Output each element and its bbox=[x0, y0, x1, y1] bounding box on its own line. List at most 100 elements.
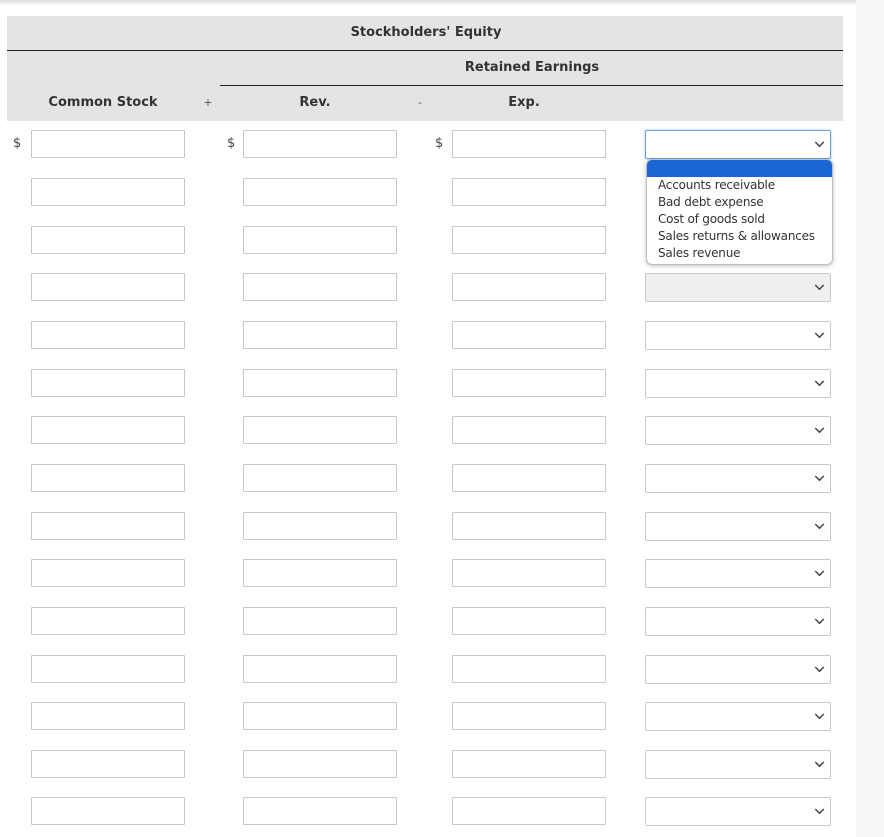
account-select[interactable] bbox=[645, 273, 831, 302]
revenue-input[interactable] bbox=[243, 512, 397, 540]
revenue-input[interactable] bbox=[243, 559, 397, 587]
account-select[interactable] bbox=[645, 416, 831, 445]
dropdown-option[interactable]: Accounts receivable bbox=[647, 177, 832, 194]
revenue-input[interactable] bbox=[243, 273, 397, 301]
revenue-input[interactable] bbox=[243, 750, 397, 778]
revenue-input[interactable] bbox=[243, 416, 397, 444]
table-row bbox=[0, 464, 856, 494]
retained-earnings-divider bbox=[220, 85, 843, 86]
account-select[interactable] bbox=[645, 655, 831, 684]
table-row bbox=[0, 416, 856, 446]
common-stock-input[interactable] bbox=[31, 273, 185, 301]
table-row bbox=[0, 702, 856, 732]
revenue-input[interactable] bbox=[243, 702, 397, 730]
account-select[interactable] bbox=[645, 702, 831, 731]
expense-input[interactable] bbox=[452, 607, 606, 635]
revenue-input[interactable] bbox=[243, 655, 397, 683]
table-row bbox=[0, 607, 856, 637]
chevron-down-icon bbox=[814, 471, 825, 482]
revenue-input[interactable] bbox=[243, 607, 397, 635]
common-stock-input[interactable] bbox=[31, 130, 185, 158]
common-stock-input[interactable] bbox=[31, 416, 185, 444]
common-stock-input[interactable] bbox=[31, 750, 185, 778]
account-select[interactable] bbox=[645, 750, 831, 779]
revenue-input[interactable] bbox=[243, 178, 397, 206]
revenue-input[interactable] bbox=[243, 226, 397, 254]
expense-input[interactable] bbox=[452, 512, 606, 540]
expense-input[interactable] bbox=[452, 655, 606, 683]
chevron-down-icon bbox=[814, 280, 825, 291]
common-stock-input[interactable] bbox=[31, 797, 185, 825]
top-shadow bbox=[0, 0, 884, 6]
chevron-down-icon bbox=[814, 804, 825, 815]
dropdown-option[interactable]: Sales returns & allowances bbox=[647, 228, 832, 245]
chevron-down-icon bbox=[814, 423, 825, 434]
common-stock-input[interactable] bbox=[31, 512, 185, 540]
dropdown-option[interactable]: Sales revenue bbox=[647, 245, 832, 262]
column-header-common-stock: Common Stock bbox=[48, 95, 158, 110]
expense-input[interactable] bbox=[452, 797, 606, 825]
common-stock-input[interactable] bbox=[31, 559, 185, 587]
common-stock-input[interactable] bbox=[31, 226, 185, 254]
table-row bbox=[0, 369, 856, 399]
revenue-input[interactable] bbox=[243, 369, 397, 397]
account-select[interactable] bbox=[645, 559, 831, 588]
table-row bbox=[0, 655, 856, 685]
common-stock-input[interactable] bbox=[31, 178, 185, 206]
dropdown-option-blank-highlighted[interactable] bbox=[647, 160, 832, 177]
revenue-input[interactable] bbox=[243, 130, 397, 158]
account-select[interactable] bbox=[645, 607, 831, 636]
plus-operator: + bbox=[203, 96, 213, 109]
chevron-down-icon bbox=[814, 614, 825, 625]
expense-input[interactable] bbox=[452, 178, 606, 206]
common-stock-input[interactable] bbox=[31, 321, 185, 349]
expense-input[interactable] bbox=[452, 130, 606, 158]
common-stock-input[interactable] bbox=[31, 702, 185, 730]
dollar-sign-common-stock: $ bbox=[13, 136, 22, 151]
expense-input[interactable] bbox=[452, 702, 606, 730]
account-select[interactable] bbox=[645, 512, 831, 541]
dollar-sign-revenue: $ bbox=[227, 136, 236, 151]
chevron-down-icon bbox=[814, 519, 825, 530]
table-row bbox=[0, 512, 856, 542]
header-divider bbox=[7, 50, 843, 51]
dropdown-option[interactable]: Bad debt expense bbox=[647, 194, 832, 211]
revenue-input[interactable] bbox=[243, 797, 397, 825]
account-select[interactable] bbox=[645, 369, 831, 398]
table-row bbox=[0, 321, 856, 351]
common-stock-input[interactable] bbox=[31, 607, 185, 635]
expense-input[interactable] bbox=[452, 559, 606, 587]
account-dropdown-list[interactable]: Accounts receivable Bad debt expense Cost … bbox=[646, 159, 833, 265]
table-header: Stockholders' Equity Retained Earnings C… bbox=[7, 16, 843, 121]
chevron-down-icon bbox=[814, 662, 825, 673]
table-row: $ $ $ bbox=[0, 130, 856, 160]
stockholders-equity-title: Stockholders' Equity bbox=[350, 25, 502, 40]
account-select[interactable] bbox=[645, 130, 831, 159]
table-row bbox=[0, 797, 856, 827]
account-select[interactable] bbox=[645, 321, 831, 350]
revenue-input[interactable] bbox=[243, 464, 397, 492]
column-header-expense: Exp. bbox=[508, 95, 540, 110]
dropdown-option[interactable]: Cost of goods sold bbox=[647, 211, 832, 228]
expense-input[interactable] bbox=[452, 226, 606, 254]
column-header-revenue: Rev. bbox=[299, 95, 331, 110]
expense-input[interactable] bbox=[452, 464, 606, 492]
common-stock-input[interactable] bbox=[31, 369, 185, 397]
chevron-down-icon bbox=[814, 328, 825, 339]
common-stock-input[interactable] bbox=[31, 464, 185, 492]
expense-input[interactable] bbox=[452, 416, 606, 444]
common-stock-input[interactable] bbox=[31, 655, 185, 683]
dollar-sign-expense: $ bbox=[435, 136, 444, 151]
expense-input[interactable] bbox=[452, 750, 606, 778]
account-select[interactable] bbox=[645, 464, 831, 493]
chevron-down-icon bbox=[814, 137, 825, 148]
revenue-input[interactable] bbox=[243, 321, 397, 349]
chevron-down-icon bbox=[814, 757, 825, 768]
chevron-down-icon bbox=[814, 709, 825, 720]
table-row bbox=[0, 750, 856, 780]
account-select[interactable] bbox=[645, 797, 831, 826]
expense-input[interactable] bbox=[452, 321, 606, 349]
expense-input[interactable] bbox=[452, 369, 606, 397]
minus-operator: - bbox=[418, 96, 422, 109]
expense-input[interactable] bbox=[452, 273, 606, 301]
